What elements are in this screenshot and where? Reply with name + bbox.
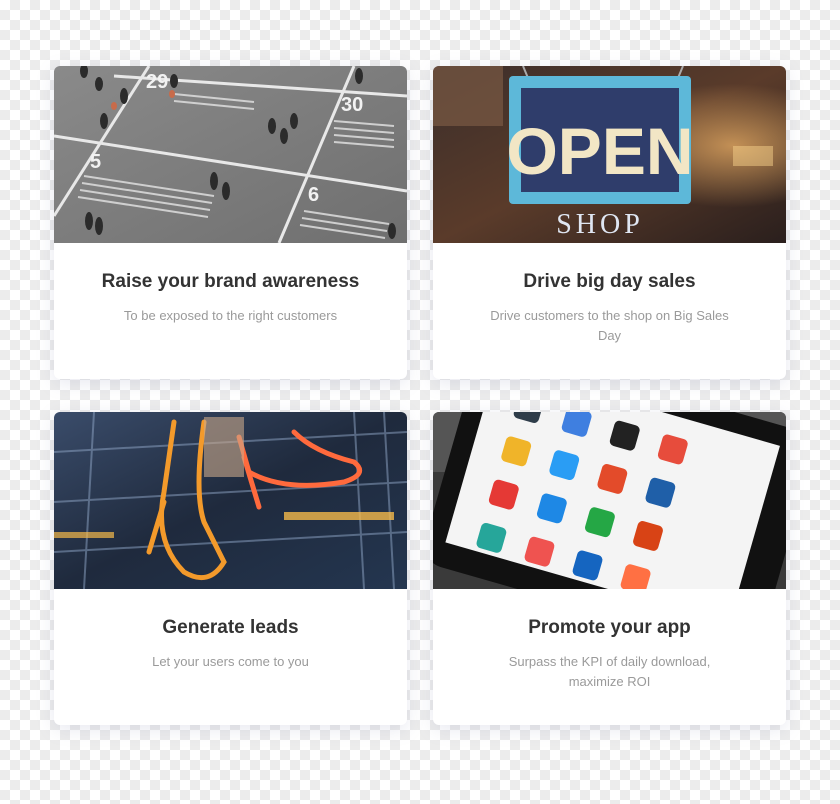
- street-number: 5: [90, 151, 101, 173]
- card-promote-app[interactable]: Promote your app Surpass the KPI of dail…: [433, 412, 786, 725]
- neon-shoes-photo: [54, 412, 407, 589]
- open-shop-sign-photo: OPEN SHOP: [433, 66, 786, 243]
- card-description: To be exposed to the right customers: [123, 308, 338, 323]
- shop-sign-text: SHOP: [556, 209, 644, 240]
- street-number: 30: [341, 94, 363, 116]
- street-number: 6: [308, 184, 319, 206]
- card-title: Raise your brand awareness: [101, 271, 360, 292]
- card-generate-leads[interactable]: Generate leads Let your users come to yo…: [54, 412, 407, 725]
- street-numbers-photo: 29 30 5 6: [54, 66, 407, 243]
- open-sign-text: OPEN: [506, 114, 693, 188]
- card-big-day-sales[interactable]: OPEN SHOP Drive big day sales Drive cust…: [433, 66, 786, 379]
- card-description: Surpass the KPI of daily download, maxim…: [508, 654, 711, 689]
- smartphone-apps-photo: [433, 412, 786, 589]
- card-description: Drive customers to the shop on Big Sales…: [490, 308, 729, 343]
- card-brand-awareness[interactable]: 29 30 5 6 Raise your brand awareness To …: [54, 66, 407, 379]
- card-description: Let your users come to you: [152, 654, 309, 669]
- card-title: Promote your app: [528, 617, 691, 638]
- card-title: Drive big day sales: [523, 271, 696, 292]
- card-title: Generate leads: [162, 617, 299, 638]
- street-number: 29: [146, 71, 168, 93]
